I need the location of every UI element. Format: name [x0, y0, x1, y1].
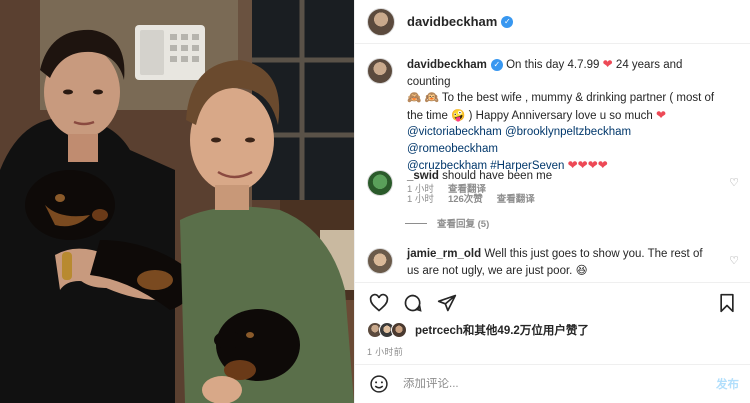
commenter-username[interactable]: jamie_rm_old — [407, 248, 481, 260]
instagram-post: davidbeckham ✓ davidbeckham ✓ On this day… — [0, 0, 750, 403]
view-replies-label: 查看回复 (5) — [437, 219, 490, 230]
couple-photo-image — [0, 0, 354, 403]
post-header: davidbeckham ✓ — [355, 0, 750, 44]
post-actions-bar — [355, 282, 750, 322]
post-comment-button[interactable]: 发布 — [716, 376, 739, 392]
mention-brooklynpeltzbeckham[interactable]: @brooklynpeltzbeckham — [505, 126, 631, 138]
caption-part-1: On this day 4.7.99 — [506, 59, 600, 71]
mention-victoriabeckham[interactable]: @victoriabeckham — [407, 126, 502, 138]
share-send-icon[interactable] — [435, 291, 459, 315]
add-comment-input[interactable] — [403, 378, 708, 390]
likes-text[interactable]: petrcech和其他49.2万位用户赞了 — [415, 322, 589, 338]
caption-text: davidbeckham ✓ On this day 4.7.99 ❤ 24 ye… — [407, 56, 725, 175]
post-photo[interactable] — [0, 0, 354, 403]
commenter-username[interactable]: _swid — [407, 170, 439, 182]
replies-divider — [405, 222, 427, 224]
comments-section: davidbeckham ✓ On this day 4.7.99 ❤ 24 ye… — [355, 44, 750, 282]
commenter-avatar[interactable] — [367, 170, 393, 196]
comment-row: _swid should have been me 1 小时 126次赞 查看翻… — [367, 168, 737, 205]
comment-translate-link[interactable]: 查看翻译 — [497, 191, 535, 205]
comment-row: jamie_rm_old Well this just goes to show… — [367, 246, 737, 279]
author-avatar[interactable] — [367, 7, 395, 36]
verified-badge-icon: ✓ — [501, 15, 514, 28]
comment-like-heart-icon[interactable]: ♡ — [729, 254, 739, 267]
red-heart-icon: ❤ — [655, 107, 667, 122]
author-username[interactable]: davidbeckham — [407, 14, 497, 29]
like-heart-icon[interactable] — [367, 291, 391, 315]
view-replies-link[interactable]: 查看回复 (5) — [405, 216, 489, 230]
comment-like-heart-icon[interactable]: ♡ — [729, 176, 739, 189]
bookmark-icon[interactable] — [715, 291, 739, 315]
grinning-emoji-icon: 😆 — [575, 264, 588, 277]
comment-text: _swid should have been me — [407, 168, 707, 185]
mention-romeobeckham[interactable]: @romeobeckham — [407, 143, 498, 155]
commenter-avatar[interactable] — [367, 248, 393, 274]
comment-body: should have been me — [442, 170, 553, 182]
comment-likes-count[interactable]: 126次赞 — [448, 191, 483, 205]
emoji-smiley-icon[interactable] — [367, 372, 391, 396]
liker-avatar — [391, 322, 407, 338]
family-emoji-icon: 🙈 🙉 — [407, 92, 439, 104]
post-side-panel: davidbeckham ✓ davidbeckham ✓ On this day… — [354, 0, 750, 403]
red-heart-icon: ❤ — [602, 57, 613, 71]
likes-summary[interactable]: petrcech和其他49.2万位用户赞了 — [367, 322, 589, 338]
add-comment-bar: 发布 — [355, 364, 750, 403]
post-timestamp: 1 小时前 — [367, 347, 404, 357]
caption-part-4: ) Happy Anniversary love u so much — [468, 109, 653, 122]
likers-avatar-stack — [367, 322, 407, 338]
laughing-emoji-icon: 🤪 — [451, 109, 466, 122]
caption-author-avatar[interactable] — [367, 58, 393, 84]
comment-meta: 1 小时 126次赞 查看翻译 — [407, 191, 707, 205]
caption-username[interactable]: davidbeckham — [407, 59, 487, 71]
comment-bubble-icon[interactable] — [401, 291, 425, 315]
comment-time: 1 小时 — [407, 193, 434, 205]
verified-badge-icon: ✓ — [490, 58, 503, 71]
comment-text: jamie_rm_old Well this just goes to show… — [407, 246, 717, 279]
